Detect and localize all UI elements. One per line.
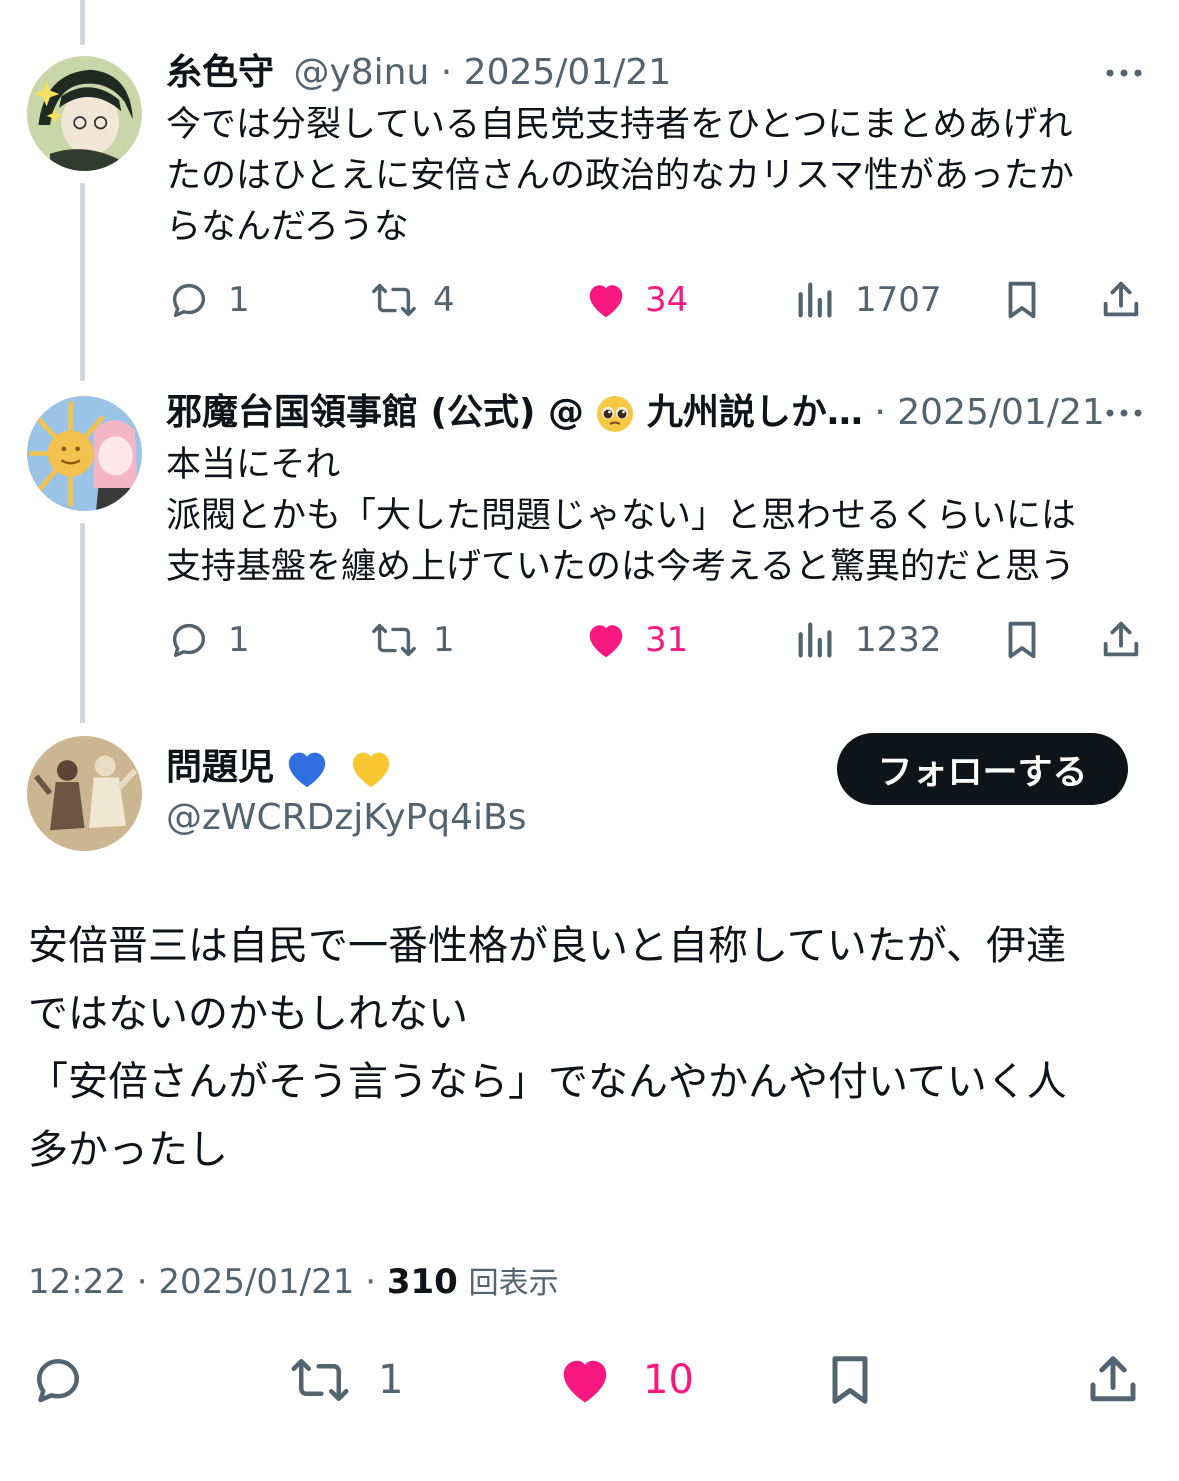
reply1-bookmark-button[interactable] [999, 270, 1045, 330]
main-view-count: 310 [386, 1262, 458, 1302]
reply1-views-count: 1707 [855, 280, 942, 320]
reply2-display-name-tail[interactable]: 九州説しか… [647, 392, 863, 433]
main-time[interactable]: 12:22 [28, 1262, 126, 1302]
main-share-button[interactable] [1083, 1345, 1143, 1415]
avatar-reply2[interactable] [27, 396, 142, 511]
main-text-line: 安倍晋三は自民で一番性格が良いと自称していたが、伊達 [28, 923, 1066, 969]
share-icon [1103, 621, 1139, 657]
reply1-separator: · [440, 52, 453, 93]
reply1-text: 今では分裂している自民党支持者をひとつにまとめあげれ たのはひとえに安倍さんの政… [166, 100, 1146, 253]
thread-line-2 [80, 523, 85, 723]
reply2-text-line: 派閥とかも「大した問題じゃない」と思わせるくらいには [166, 496, 1077, 536]
main-name-row: 問題児 [166, 746, 393, 790]
reply2-like-button[interactable]: 31 [583, 610, 688, 670]
reply2-date[interactable]: 2025/01/21 [897, 392, 1105, 433]
main-separator: · [365, 1262, 377, 1302]
reply2-more-icon[interactable] [1102, 391, 1146, 435]
main-like-count: 10 [643, 1357, 694, 1403]
repost-icon [372, 283, 416, 317]
reply2-like-count: 31 [645, 620, 689, 660]
reply2-actions: 1 1 31 1232 [166, 610, 1147, 670]
reply1-actions: 1 4 34 1707 [166, 270, 1147, 330]
reply-icon [172, 623, 206, 658]
reply2-reply-count: 1 [228, 620, 250, 660]
repost-icon [291, 1359, 349, 1401]
reply2-share-button[interactable] [1098, 610, 1144, 670]
reply2-repost-button[interactable]: 1 [371, 610, 455, 670]
heart-filled-icon [589, 625, 623, 658]
reply1-display-name[interactable]: 糸色守 [166, 52, 274, 93]
bookmark-icon [832, 1356, 868, 1404]
repost-icon [372, 623, 416, 657]
reply2-bookmark-button[interactable] [999, 610, 1045, 670]
reply2-views-button[interactable]: 1232 [793, 610, 942, 670]
reply1-like-button[interactable]: 34 [583, 270, 688, 330]
main-text-line: 多かったし [28, 1127, 228, 1173]
main-text-line: 「安倍さんがそう言うなら」でなんやかんや付いていく人 [28, 1059, 1067, 1105]
reply-icon [172, 283, 206, 318]
main-like-button[interactable]: 10 [555, 1345, 694, 1415]
bookmark-icon [1008, 621, 1036, 659]
thread-line-1 [80, 183, 85, 381]
reply2-header: 邪魔台国領事館 (公式) @ 九州説しか… · 2025/01/21 [166, 391, 1105, 435]
main-repost-count: 1 [378, 1357, 404, 1403]
reply1-repost-button[interactable]: 4 [371, 270, 455, 330]
reply1-reply-count: 1 [228, 280, 250, 320]
avatar-main[interactable] [27, 736, 142, 851]
reply2-text-line: 本当にそれ [166, 445, 341, 485]
reply1-handle[interactable]: @y8inu [293, 52, 429, 93]
reply1-repost-count: 4 [433, 280, 455, 320]
blue-heart-emoji [285, 749, 329, 789]
reply2-text: 本当にそれ 派閥とかも「大した問題じゃない」と思わせるくらいには 支持基盤を纏め… [166, 440, 1146, 593]
avatar-reply1[interactable] [27, 56, 142, 171]
reply2-display-name[interactable]: 邪魔台国領事館 (公式) @ [166, 392, 584, 433]
bookmark-icon [1008, 281, 1036, 319]
yellow-heart-emoji [349, 749, 393, 789]
heart-filled-icon [589, 285, 623, 318]
reply1-header: 糸色守 @y8inu · 2025/01/21 [166, 51, 671, 95]
views-icon [798, 282, 832, 318]
share-icon [1103, 281, 1139, 317]
reply-icon [37, 1359, 79, 1403]
main-separator: · [136, 1262, 148, 1302]
reply2-views-count: 1232 [855, 620, 942, 660]
reply1-text-line: たのはひとえに安倍さんの政治的なカリスマ性があったか [166, 156, 1074, 196]
main-view-label: 回表示 [468, 1266, 559, 1301]
main-meta: 12:22 · 2025/01/21 · 310 回表示 [28, 1258, 559, 1302]
main-date[interactable]: 2025/01/21 [158, 1262, 354, 1302]
reply2-text-line: 支持基盤を纏め上げていたのは今考えると驚異的だと思う [166, 547, 1075, 587]
follow-button[interactable]: フォローする [837, 733, 1128, 805]
thread-line-top [80, 0, 85, 45]
reply1-views-button[interactable]: 1707 [793, 270, 942, 330]
main-reply-button[interactable] [28, 1345, 88, 1415]
main-repost-button[interactable]: 1 [290, 1345, 403, 1415]
reply2-separator: · [874, 392, 886, 433]
main-handle[interactable]: @zWCRDzjKyPq4iBs [166, 796, 526, 840]
reply2-repost-count: 1 [433, 620, 455, 660]
views-icon [798, 622, 832, 658]
reply1-date[interactable]: 2025/01/21 [464, 52, 672, 93]
reply1-like-count: 34 [645, 280, 689, 320]
main-bookmark-button[interactable] [820, 1345, 880, 1415]
reply2-reply-button[interactable]: 1 [166, 610, 250, 670]
reply1-text-line: 今では分裂している自民党支持者をひとつにまとめあげれ [166, 105, 1073, 145]
share-icon [1090, 1356, 1136, 1402]
reply1-text-line: らなんだろうな [166, 207, 409, 247]
heart-filled-icon [563, 1360, 607, 1403]
reply1-reply-button[interactable]: 1 [166, 270, 250, 330]
pleading-face-emoji [595, 394, 635, 434]
main-display-name[interactable]: 問題児 [166, 747, 274, 788]
main-tweet-text: 安倍晋三は自民で一番性格が良いと自称していたが、伊達 ではないのかもしれない 「… [28, 912, 1148, 1184]
main-text-line: ではないのかもしれない [28, 991, 468, 1037]
reply1-more-icon[interactable] [1102, 51, 1146, 95]
reply1-share-button[interactable] [1098, 270, 1144, 330]
